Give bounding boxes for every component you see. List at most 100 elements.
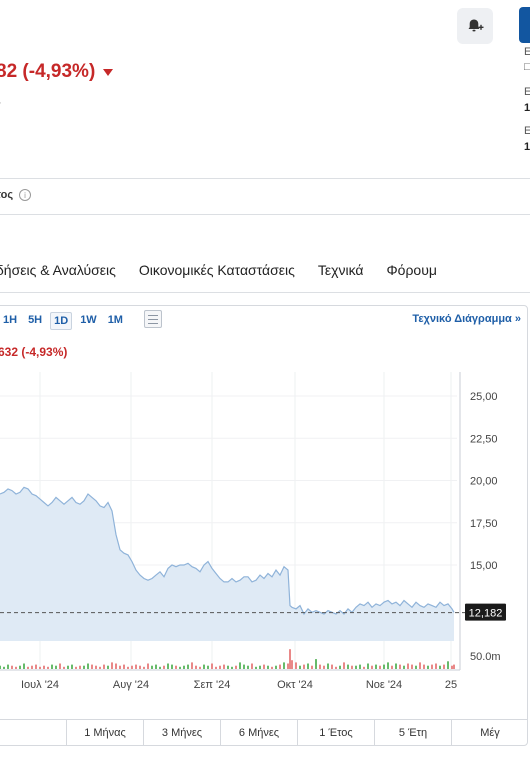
volume-bar xyxy=(303,664,305,669)
volume-bar xyxy=(271,666,273,669)
volume-bar xyxy=(215,666,217,669)
volume-bar xyxy=(315,659,317,669)
volume-bar xyxy=(147,663,149,669)
volume-bar xyxy=(291,660,293,669)
volume-bar xyxy=(287,663,289,669)
volume-bar xyxy=(19,665,21,669)
volume-bar xyxy=(47,666,49,669)
volume-bar xyxy=(453,664,455,669)
volume-bar xyxy=(55,665,57,669)
volume-bar xyxy=(171,664,173,669)
period-button-1y[interactable]: 1 Έτος xyxy=(298,720,375,746)
price-chart: 12,182 25,00 22,50 20,00 17,50 15,00 50.0m Ιουλ… xyxy=(0,372,506,691)
volume-bar xyxy=(67,665,69,669)
volume-bar xyxy=(167,663,169,669)
volume-bar xyxy=(395,663,397,669)
volume-bar xyxy=(339,665,341,669)
volume-bar xyxy=(447,661,449,669)
volume-bar xyxy=(375,664,377,669)
volume-bar xyxy=(195,665,197,669)
volume-bar xyxy=(411,664,413,669)
volume-bar xyxy=(359,664,361,669)
volume-bar xyxy=(331,664,333,669)
volume-bar xyxy=(343,662,345,669)
volume-bar xyxy=(227,665,229,669)
volume-bar xyxy=(399,664,401,669)
volume-bar xyxy=(3,666,5,669)
volume-bar xyxy=(323,665,325,669)
volume-bar xyxy=(387,662,389,669)
y-tick-label: 25,00 xyxy=(470,391,498,403)
volume-bar xyxy=(99,666,101,669)
volume-bar xyxy=(243,664,245,669)
volume-bar xyxy=(247,665,249,669)
x-tick-label: Αυγ '24 xyxy=(113,679,149,691)
volume-bar xyxy=(259,665,261,669)
volume-bar xyxy=(207,665,209,669)
volume-bar xyxy=(123,664,125,669)
volume-bar xyxy=(79,665,81,669)
volume-bar xyxy=(275,665,277,669)
volume-bar xyxy=(311,665,313,669)
volume-bar xyxy=(415,665,417,669)
volume-bar xyxy=(383,664,385,669)
last-price-label: 12,182 xyxy=(469,608,503,620)
volume-bar xyxy=(439,665,441,669)
volume-bar xyxy=(27,666,29,669)
y-tick-label: 15,00 xyxy=(470,560,498,572)
volume-bar xyxy=(115,663,117,669)
volume-bar xyxy=(435,663,437,669)
volume-bar xyxy=(131,665,133,669)
volume-bar xyxy=(191,662,193,669)
period-button-6m[interactable]: 6 Μήνες xyxy=(221,720,298,746)
volume-bar xyxy=(327,663,329,669)
volume-bar xyxy=(431,664,433,669)
volume-bar xyxy=(35,664,37,669)
volume-bar xyxy=(0,665,1,669)
volume-bar xyxy=(15,666,17,669)
volume-bar xyxy=(203,664,205,669)
volume-bar xyxy=(155,664,157,669)
volume-bar xyxy=(179,666,181,669)
period-button-3m[interactable]: 3 Μήνες xyxy=(144,720,221,746)
volume-bar xyxy=(183,665,185,669)
period-button-max[interactable]: Μέγ xyxy=(452,720,528,746)
volume-bar xyxy=(63,666,65,669)
y-tick-label: 22,50 xyxy=(470,433,498,445)
volume-label: 50.0m xyxy=(470,651,501,663)
volume-bar xyxy=(199,666,201,669)
volume-bar xyxy=(75,666,77,669)
volume-bar xyxy=(423,664,425,669)
volume-bar xyxy=(23,663,25,669)
period-button-5y[interactable]: 5 Έτη xyxy=(375,720,452,746)
period-button[interactable] xyxy=(0,720,67,746)
volume-bar xyxy=(267,665,269,669)
volume-bar xyxy=(351,665,353,669)
volume-bar xyxy=(279,664,281,669)
volume-bar xyxy=(139,665,141,669)
volume-bar xyxy=(371,665,373,669)
x-tick-label: Ιουλ '24 xyxy=(21,679,59,691)
volume-bar xyxy=(427,665,429,669)
period-selector: 1 Μήνας 3 Μήνες 6 Μήνες 1 Έτος 5 Έτη Μέγ xyxy=(0,719,528,746)
volume-bar xyxy=(335,666,337,669)
volume-bar xyxy=(127,666,129,669)
volume-bar xyxy=(295,662,297,669)
x-tick-label: Οκτ '24 xyxy=(277,679,313,691)
volume-bar xyxy=(135,664,137,669)
volume-bar xyxy=(239,662,241,669)
volume-bar xyxy=(83,665,85,669)
volume-bar xyxy=(143,666,145,669)
volume-bar xyxy=(7,664,9,669)
volume-bar xyxy=(299,665,301,669)
volume-bar xyxy=(103,664,105,669)
volume-bar xyxy=(31,665,33,669)
volume-bar xyxy=(367,663,369,669)
volume-bar xyxy=(231,666,233,669)
period-button-1m[interactable]: 1 Μήνας xyxy=(67,720,144,746)
x-tick-label: Νοε '24 xyxy=(366,679,402,691)
volume-bar xyxy=(159,666,161,669)
volume-bar xyxy=(419,662,421,669)
volume-bar xyxy=(347,664,349,669)
volume-bar xyxy=(451,665,453,669)
